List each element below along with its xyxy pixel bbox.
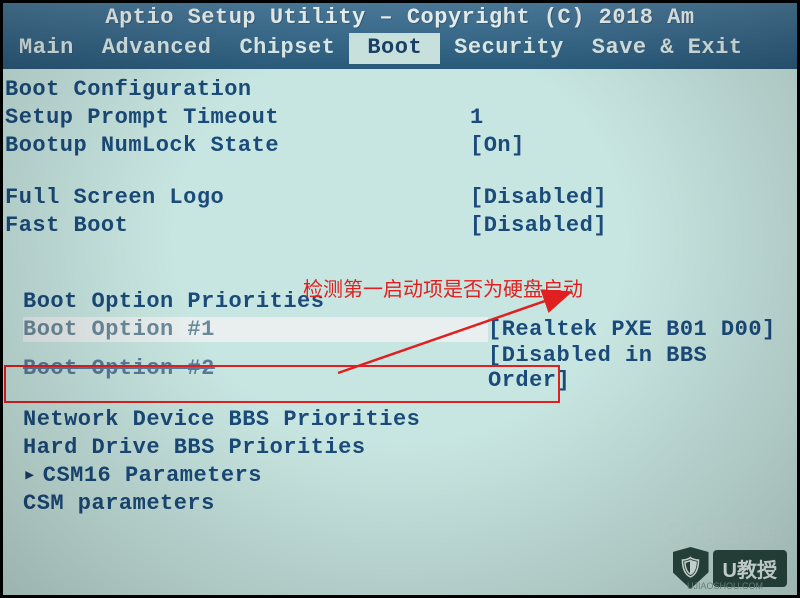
boot-option-1-label: Boot Option #1 xyxy=(23,317,488,342)
harddrive-bbs-label: Hard Drive BBS Priorities xyxy=(23,435,488,460)
watermark-1-text: 电脑系统 xyxy=(695,517,783,549)
watermark-2: 🛡 U教授 UJIAOSHOU.COM xyxy=(673,547,787,589)
setup-prompt-timeout-row[interactable]: Setup Prompt Timeout 1 xyxy=(3,103,797,131)
annotation-text: 检测第一启动项是否为硬盘启动 xyxy=(303,273,583,302)
menu-bar: Main Advanced Chipset Boot Security Save… xyxy=(3,33,797,64)
section-header: Boot Configuration xyxy=(5,77,470,102)
watermark-2-sub: UJIAOSHOU.COM xyxy=(687,581,763,591)
boot-option-1-row[interactable]: Boot Option #1 [Realtek PXE B01 D00] xyxy=(3,315,797,343)
boot-option-2-value: [Disabled in BBS Order] xyxy=(488,343,797,393)
csm-label: CSM parameters xyxy=(23,491,488,516)
menu-main[interactable]: Main xyxy=(5,33,88,64)
watermark-1-icon: ⊕ xyxy=(661,519,689,547)
fast-boot-row[interactable]: Fast Boot [Disabled] xyxy=(3,211,797,239)
menu-advanced[interactable]: Advanced xyxy=(88,33,226,64)
csm-row[interactable]: CSM parameters xyxy=(3,489,797,517)
fullscreen-logo-label: Full Screen Logo xyxy=(5,185,470,210)
menu-save-exit[interactable]: Save & Exit xyxy=(578,33,757,64)
boot-option-2-row[interactable]: Boot Option #2 [Disabled in BBS Order] xyxy=(3,343,797,393)
csm16-label: CSM16 Parameters xyxy=(43,463,262,488)
fast-boot-value: [Disabled] xyxy=(470,213,607,238)
csm16-row[interactable]: ▸ CSM16 Parameters xyxy=(3,461,797,489)
menu-chipset[interactable]: Chipset xyxy=(225,33,349,64)
network-bbs-row[interactable]: Network Device BBS Priorities xyxy=(3,405,797,433)
harddrive-bbs-row[interactable]: Hard Drive BBS Priorities xyxy=(3,433,797,461)
bios-title: Aptio Setup Utility – Copyright (C) 2018… xyxy=(3,5,797,30)
numlock-row[interactable]: Bootup NumLock State [On] xyxy=(3,131,797,159)
fullscreen-logo-value: [Disabled] xyxy=(470,185,607,210)
menu-security[interactable]: Security xyxy=(440,33,578,64)
setup-prompt-timeout-value: 1 xyxy=(470,105,484,130)
submenu-arrow-icon: ▸ xyxy=(23,462,37,488)
menu-boot[interactable]: Boot xyxy=(349,33,440,64)
boot-option-1-value: [Realtek PXE B01 D00] xyxy=(488,317,776,342)
numlock-value: [On] xyxy=(470,133,525,158)
watermark-1: ⊕ 电脑系统 xyxy=(661,517,783,549)
fast-boot-label: Fast Boot xyxy=(5,213,470,238)
network-bbs-label: Network Device BBS Priorities xyxy=(23,407,488,432)
numlock-label: Bootup NumLock State xyxy=(5,133,470,158)
boot-option-2-label: Boot Option #2 xyxy=(23,356,488,381)
setup-prompt-timeout-label: Setup Prompt Timeout xyxy=(5,105,470,130)
fullscreen-logo-row[interactable]: Full Screen Logo [Disabled] xyxy=(3,183,797,211)
